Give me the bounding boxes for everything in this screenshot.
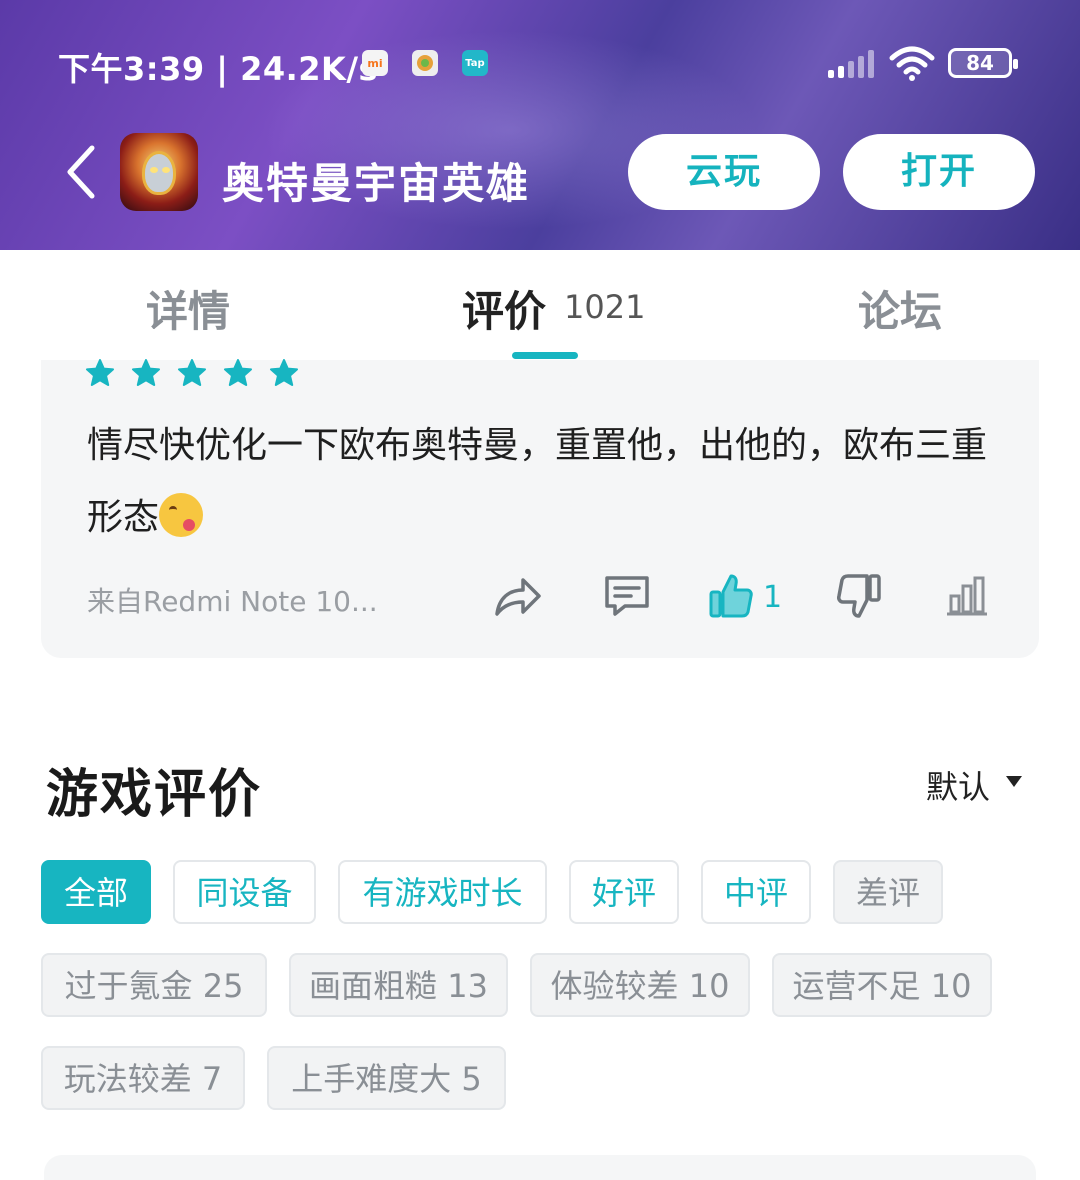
tag-chip[interactable]: 上手难度大 5 (267, 1046, 506, 1110)
active-tab-indicator (512, 352, 578, 359)
mi-icon: mi (362, 50, 388, 76)
battery-level: 84 (951, 51, 1009, 75)
section-title: 游戏评价 (46, 765, 263, 825)
app-header: 下午3:39 | 24.2K/s mi Tap 84 奥特曼宇宙英雄 云玩 打开 (0, 0, 1080, 250)
sort-dropdown[interactable]: 默认 (926, 762, 990, 808)
star-icon (132, 359, 160, 386)
like-count: 1 (763, 580, 783, 615)
tag-chip[interactable]: 运营不足 10 (772, 953, 992, 1017)
app-row: 奥特曼宇宙英雄 云玩 打开 (0, 120, 1080, 230)
filter-chip[interactable]: 全部 (41, 860, 151, 924)
game-app-icon (120, 133, 198, 211)
tab-forum[interactable]: 论坛 (858, 278, 942, 339)
yum-emoji-icon (159, 493, 204, 537)
back-arrow-icon[interactable] (60, 142, 110, 202)
battery-icon: 84 (948, 48, 1018, 78)
signal-icon (828, 50, 874, 78)
tag-chip[interactable]: 玩法较差 7 (41, 1046, 245, 1110)
review-text-content: 情尽快优化一下欧布奥特曼，重置他，出他的，欧布三重形态 (87, 425, 988, 538)
tab-review[interactable]: 评价 (462, 278, 546, 339)
tap-icon: Tap (462, 50, 488, 76)
tag-chip[interactable]: 过于氪金 25 (41, 953, 267, 1017)
caret-down-icon[interactable] (1006, 776, 1022, 787)
filter-chip[interactable]: 有游戏时长 (338, 860, 547, 924)
star-icon (270, 359, 298, 386)
share-icon[interactable] (491, 572, 543, 620)
filter-chip[interactable]: 中评 (701, 860, 811, 924)
tab-detail[interactable]: 详情 (146, 278, 230, 339)
review-device: 来自Redmi Note 10... (87, 585, 378, 618)
tag-chip[interactable]: 画面粗糙 13 (289, 953, 508, 1017)
rating-stars (85, 358, 299, 388)
filter-chip[interactable]: 同设备 (173, 860, 316, 924)
cloud-play-button[interactable]: 云玩 (628, 134, 820, 210)
star-icon (86, 359, 114, 386)
open-button[interactable]: 打开 (843, 134, 1035, 210)
status-bar: 下午3:39 | 24.2K/s mi Tap 84 (0, 0, 1080, 120)
thumbs-up-icon[interactable] (707, 572, 755, 620)
thumbs-down-icon[interactable] (835, 572, 883, 620)
app-title: 奥特曼宇宙英雄 (222, 159, 531, 208)
tag-chip[interactable]: 体验较差 10 (530, 953, 750, 1017)
review-text: 情尽快优化一下欧布奥特曼，重置他，出他的，欧布三重形态 (87, 410, 1007, 554)
review-count: 1021 (564, 288, 646, 326)
review-card: 情尽快优化一下欧布奥特曼，重置他，出他的，欧布三重形态 来自Redmi Note… (41, 358, 1039, 658)
stats-bar-icon[interactable] (945, 572, 989, 620)
wifi-icon (889, 46, 935, 81)
tab-bar: 详情 评价 1021 论坛 (0, 250, 1080, 360)
star-icon (178, 359, 206, 386)
filter-chip[interactable]: 差评 (833, 860, 943, 924)
app-notification-icon (412, 50, 438, 76)
next-review-card (44, 1155, 1036, 1180)
status-time: 下午3:39 | 24.2K/s (58, 50, 379, 88)
filter-chip[interactable]: 好评 (569, 860, 679, 924)
star-icon (224, 359, 252, 386)
comment-icon[interactable] (601, 572, 653, 620)
